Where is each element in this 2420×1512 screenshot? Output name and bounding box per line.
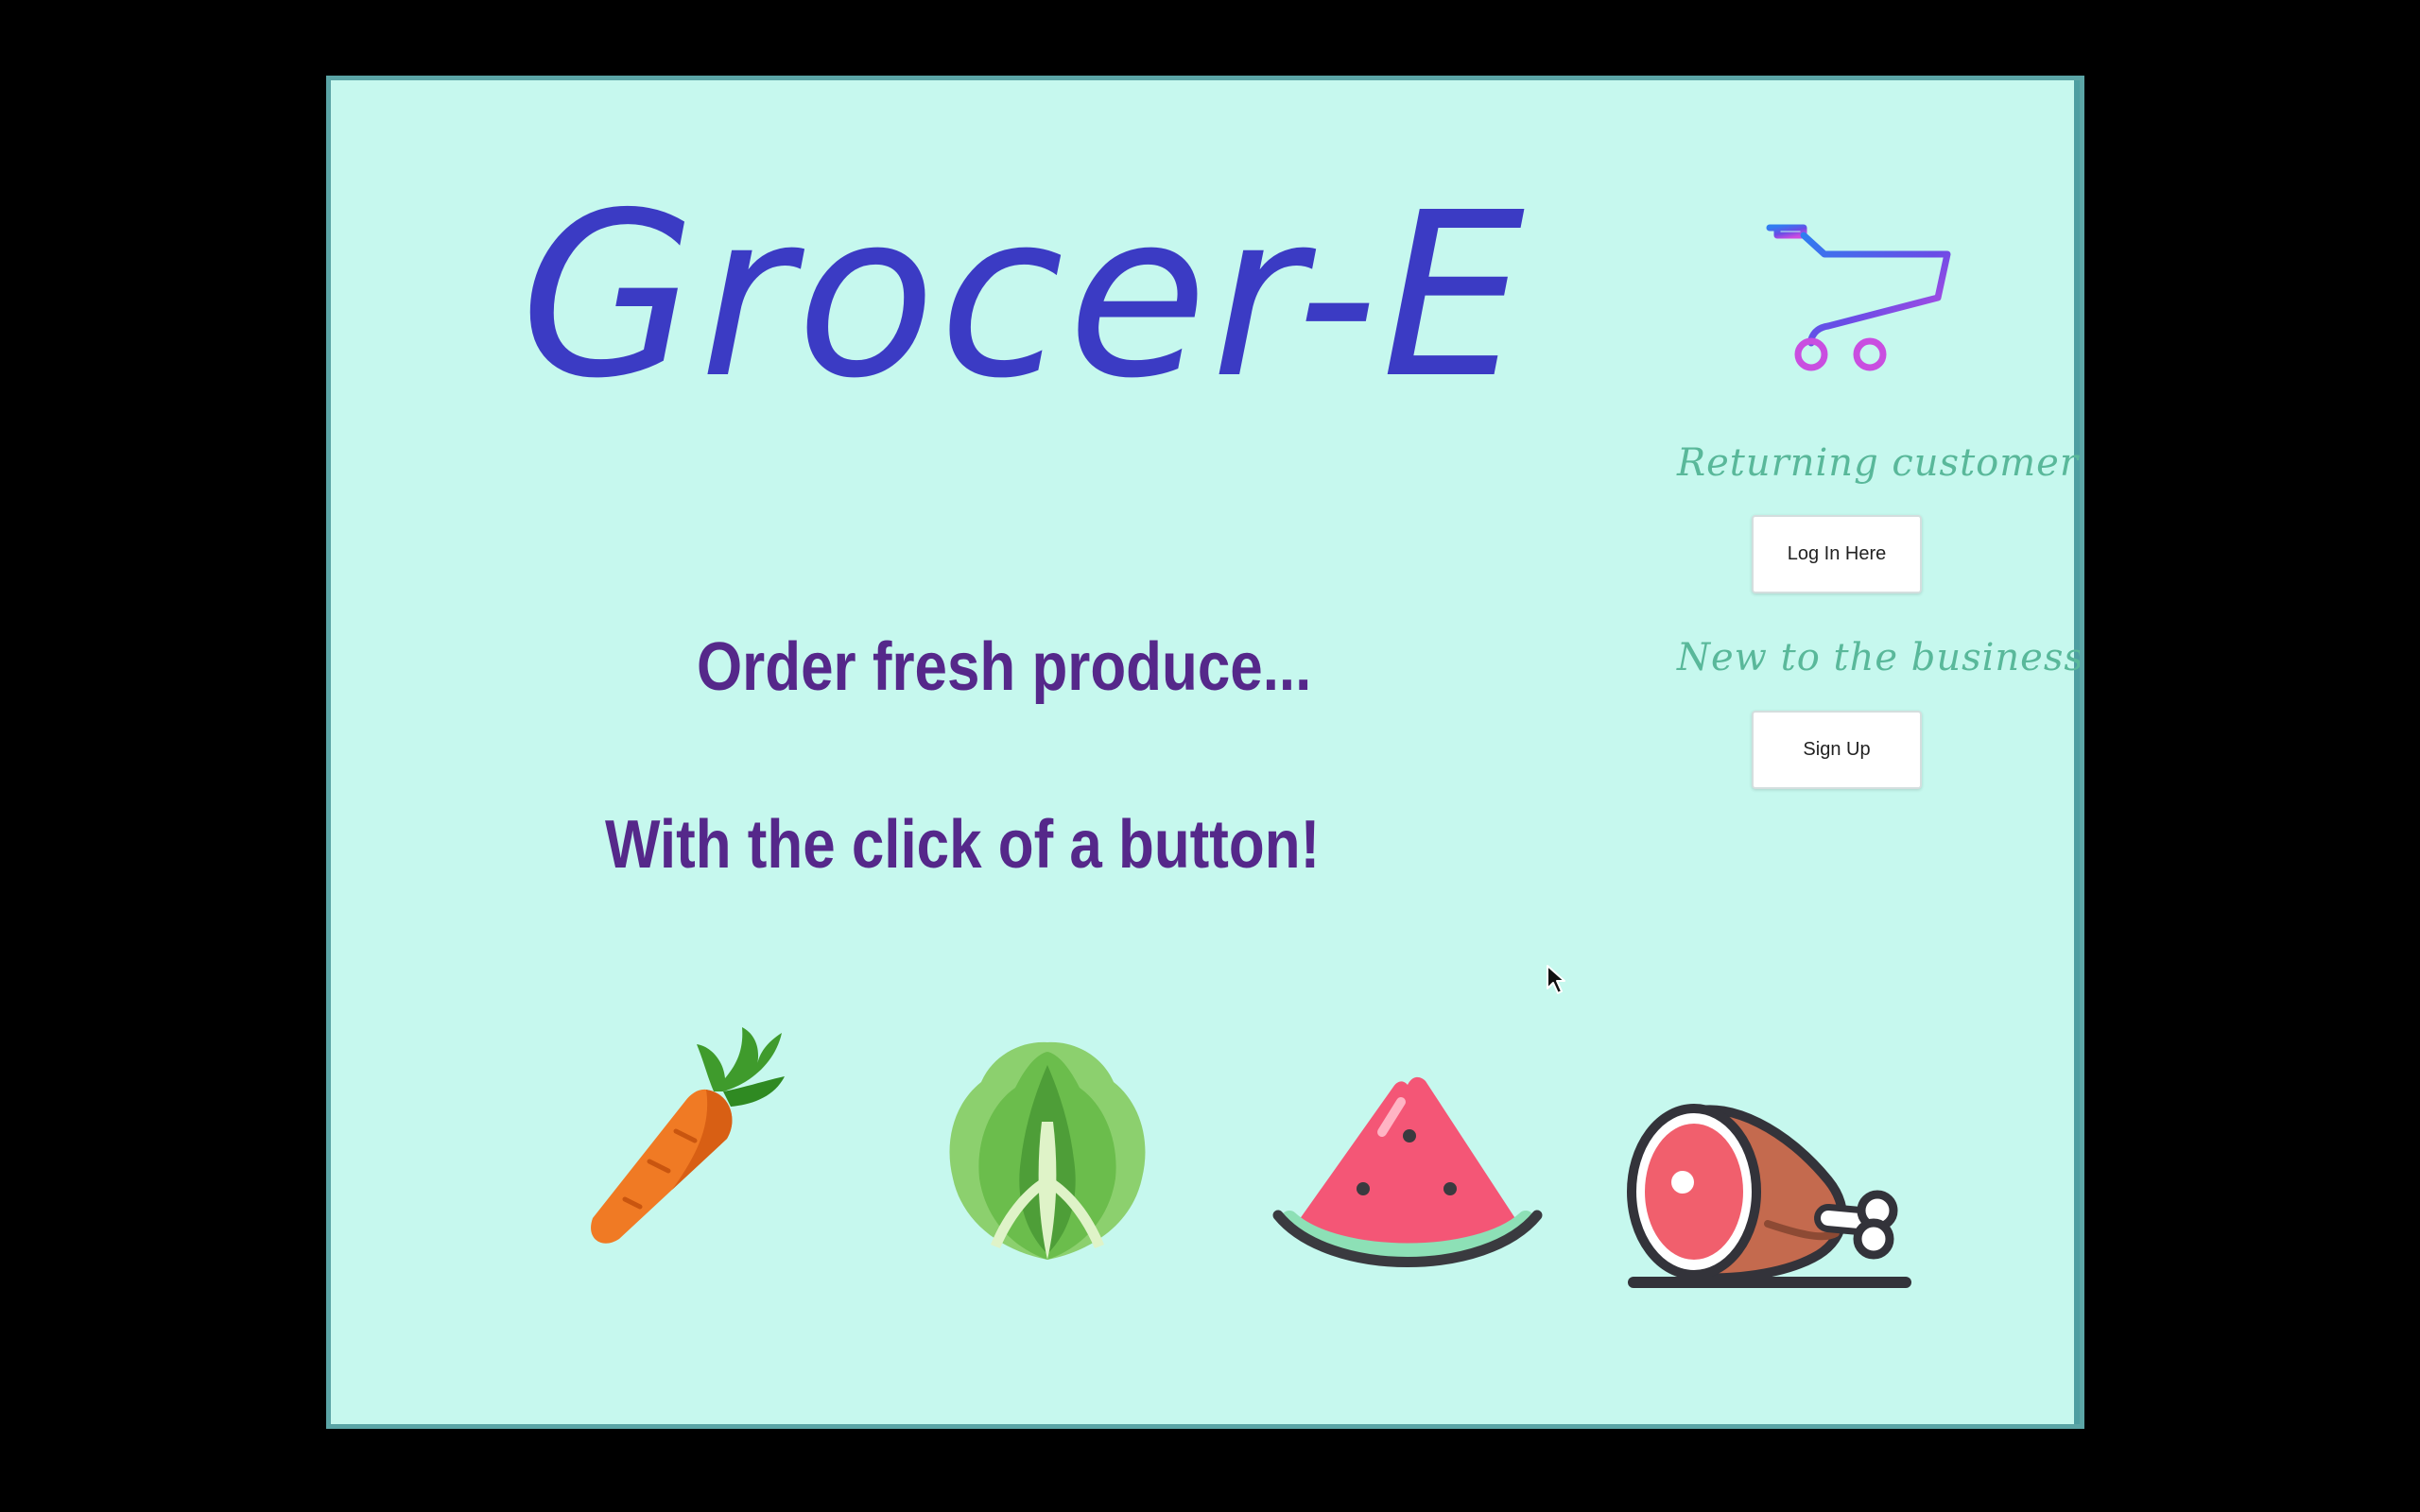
returning-customer-label: Returning customer? [1677, 441, 2084, 485]
shopping-cart-icon [1766, 224, 1951, 371]
new-customer-label: New to the business? [1677, 636, 2084, 679]
login-button[interactable]: Log In Here [1752, 515, 1922, 593]
app-window: Grocer-E Order fresh produce... With the… [326, 76, 2084, 1429]
window-edge [2074, 80, 2080, 1424]
mouse-pointer-icon [1547, 965, 1565, 994]
carrot-icon [591, 1027, 785, 1244]
app-title: Grocer-E [520, 163, 1529, 428]
ham-icon [1627, 1104, 1911, 1288]
tagline-line-2: With the click of a button! [605, 807, 1321, 883]
tagline-line-1: Order fresh produce... [697, 629, 1312, 705]
watermelon-icon [1272, 1076, 1543, 1267]
signup-button[interactable]: Sign Up [1752, 711, 1922, 789]
lettuce-icon [949, 1041, 1146, 1260]
